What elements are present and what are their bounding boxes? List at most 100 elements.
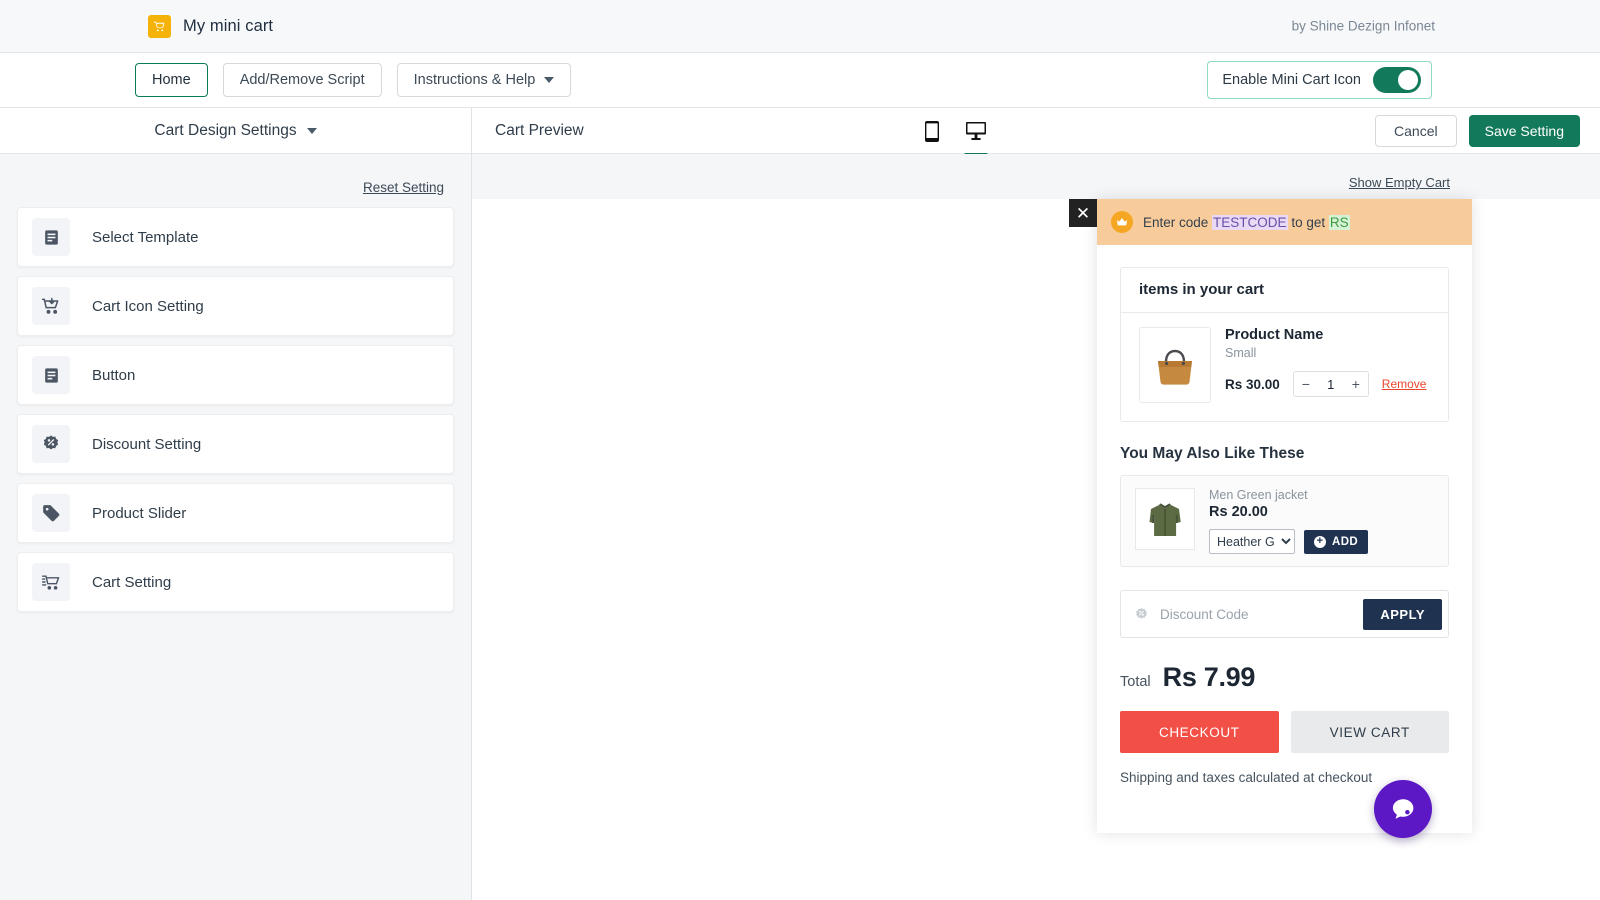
top-bar: My mini cart by Shine Dezign Infonet [0,0,1600,53]
cart-item-price: Rs 30.00 [1225,377,1280,392]
cart-download-icon [32,287,70,325]
tab-add-remove-script-label: Add/Remove Script [240,72,365,88]
recommendation-controls: Heather G + ADD [1209,529,1368,554]
cart-preview-panel: Cart Preview [472,108,1600,900]
cart-items-title: items in your cart [1139,281,1264,298]
app-brand: My mini cart [148,15,273,38]
green-jacket-photo [1135,488,1195,550]
chevron-down-icon [544,77,554,83]
sidebar-item-select-template[interactable]: Select Template [17,207,454,267]
cart-preview-header: Cart Preview [472,108,1600,154]
discount-code-input[interactable] [1160,607,1352,622]
cart-cta-row: CHECKOUT VIEW CART [1120,711,1449,753]
enable-mini-cart-icon-toggle[interactable]: Enable Mini Cart Icon [1207,61,1432,99]
toggle-switch[interactable] [1373,67,1421,93]
reset-row: Reset Setting [17,154,454,207]
mini-cart-drawer: ✕ Enter code TESTCODE to get RS ite [1097,199,1472,833]
price-tag-icon [32,494,70,532]
tab-instructions-help-label: Instructions & Help [414,72,536,88]
sidebar-item-product-slider[interactable]: Product Slider [17,483,454,543]
desktop-icon[interactable] [961,108,991,154]
sidebar-item-label: Cart Setting [92,574,171,591]
handbag-photo [1139,327,1211,403]
cart-line-item: Product Name Small Rs 30.00 − 1 + [1121,313,1448,421]
recommendation-item: Men Green jacket Rs 20.00 Heather G + AD… [1120,475,1449,567]
sidebar-item-cart-icon-setting[interactable]: Cart Icon Setting [17,276,454,336]
sidebar-item-cart-setting[interactable]: Cart Setting [17,552,454,612]
apply-discount-button[interactable]: APPLY [1363,599,1442,630]
main-content: Cart Design Settings Reset Setting Selec… [0,108,1600,900]
promo-code: TESTCODE [1212,215,1288,230]
cart-total-row: Total Rs 7.99 [1120,662,1449,693]
total-label: Total [1120,674,1151,690]
view-cart-button[interactable]: VIEW CART [1291,711,1450,753]
recommendation-price: Rs 20.00 [1209,504,1368,520]
sidebar-item-discount-setting[interactable]: Discount Setting [17,414,454,474]
cart-item-name: Product Name [1225,327,1430,343]
promo-text: Enter code TESTCODE to get RS [1143,215,1350,230]
cart-logo-icon [148,15,171,38]
promo-banner: Enter code TESTCODE to get RS [1097,199,1472,245]
preview-actions: Cancel Save Setting [1375,115,1580,147]
tab-add-remove-script[interactable]: Add/Remove Script [223,63,382,97]
cart-design-settings-title: Cart Design Settings [154,122,296,140]
total-value: Rs 7.99 [1163,662,1255,693]
quantity-decrease-button[interactable]: − [1294,372,1318,396]
nav-bar: Home Add/Remove Script Instructions & He… [0,53,1600,108]
show-empty-cart-link[interactable]: Show Empty Cart [1349,175,1450,190]
recommendation-name: Men Green jacket [1209,488,1368,502]
chevron-down-icon [307,128,317,134]
document-lines-icon [32,218,70,256]
cart-inner: items in your cart [1097,245,1472,809]
discount-code-box: APPLY [1120,590,1449,638]
preview-title: Cart Preview [495,122,584,140]
checkout-button[interactable]: CHECKOUT [1120,711,1279,753]
close-icon[interactable]: ✕ [1069,199,1097,227]
byline: by Shine Dezign Infonet [1292,19,1435,34]
promo-amount: RS [1329,215,1350,230]
crown-icon [1111,211,1133,233]
app-title: My mini cart [183,17,273,36]
reset-setting-link[interactable]: Reset Setting [363,180,444,195]
variant-select[interactable]: Heather G [1209,529,1295,554]
cart-items-box: items in your cart [1120,267,1449,422]
preview-canvas: ✕ Enter code TESTCODE to get RS ite [472,199,1600,900]
cart-items-header: items in your cart [1121,268,1448,313]
cart-settings-icon [32,563,70,601]
settings-list: Reset Setting Select Template [0,154,471,900]
show-empty-cart-row: Show Empty Cart [1349,174,1450,192]
nav-tabs: Home Add/Remove Script Instructions & He… [135,63,571,97]
add-to-cart-button[interactable]: + ADD [1304,530,1368,554]
enable-mini-cart-icon-label: Enable Mini Cart Icon [1222,72,1361,88]
tab-home[interactable]: Home [135,63,208,97]
sidebar-item-label: Select Template [92,229,198,246]
mobile-icon[interactable] [917,108,947,154]
recommendations-title: You May Also Like These [1120,445,1449,463]
recommendation-meta: Men Green jacket Rs 20.00 Heather G + AD… [1209,488,1368,554]
document-lines-icon [32,356,70,394]
sidebar-item-label: Button [92,367,135,384]
sidebar-item-label: Discount Setting [92,436,201,453]
quantity-increase-button[interactable]: + [1344,372,1368,396]
quantity-value[interactable]: 1 [1318,377,1344,392]
sidebar-item-button[interactable]: Button [17,345,454,405]
cart-item-variant: Small [1225,346,1430,360]
sidebar-item-label: Cart Icon Setting [92,298,204,315]
sidebar-item-label: Product Slider [92,505,186,522]
cart-item-meta: Product Name Small Rs 30.00 − 1 + [1225,327,1430,403]
quantity-stepper: − 1 + [1293,371,1369,397]
cart-item-controls: Rs 30.00 − 1 + Remove [1225,371,1430,397]
tab-instructions-help[interactable]: Instructions & Help [397,63,572,97]
cancel-button[interactable]: Cancel [1375,115,1457,147]
remove-item-link[interactable]: Remove [1382,377,1427,391]
cart-design-settings-panel: Cart Design Settings Reset Setting Selec… [0,108,472,900]
toggle-knob [1398,70,1418,90]
cart-design-settings-header[interactable]: Cart Design Settings [0,108,471,154]
plus-icon: + [1314,536,1326,548]
discount-badge-icon [1134,607,1149,622]
save-setting-button[interactable]: Save Setting [1469,115,1580,147]
chat-bubble-icon[interactable] [1374,780,1432,838]
cart-preview-body: Show Empty Cart ✕ Enter code TESTCODE to… [472,154,1600,900]
add-button-label: ADD [1332,536,1358,548]
tab-home-label: Home [152,72,191,88]
